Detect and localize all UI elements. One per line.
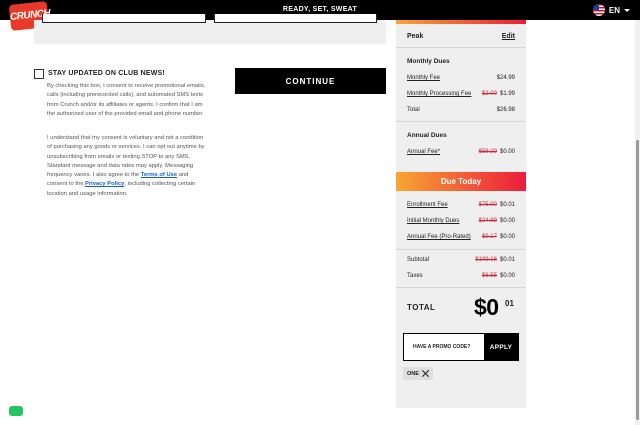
annual-fee-row: Annual Fee* $58.29 $0.00	[407, 149, 515, 155]
plan-row: Peak Edit	[407, 33, 515, 40]
monthly-total-value: $26.98	[496, 107, 515, 113]
plan-name: Peak	[407, 33, 424, 40]
enrollment-new-price: $0.01	[499, 202, 515, 208]
taxes-label: Taxes	[407, 273, 423, 279]
taxes-row: Taxes $6.55 $0.00	[407, 273, 515, 279]
enrollment-fee-row: Enrollment Fee $75.00 $0.01	[407, 202, 515, 208]
enrollment-old-price: $75.00	[478, 202, 497, 208]
annual-old-price: $58.29	[478, 149, 497, 155]
initial-dues-row: Initial Monthly Dues $24.99 $0.00	[407, 218, 515, 224]
processing-new-price: $1.99	[499, 91, 515, 97]
divider	[396, 249, 526, 250]
subtotal-new-price: $0.01	[499, 257, 515, 263]
annual-dues-title: Annual Dues	[407, 132, 447, 139]
annual-new-price: $0.00	[499, 149, 515, 155]
prorated-new-price: $0.00	[499, 234, 515, 240]
taxes-old-price: $6.55	[481, 273, 497, 279]
us-flag-icon	[592, 4, 605, 16]
monthly-fee-label[interactable]: Monthly Fee	[407, 75, 440, 81]
language-selector[interactable]: EN	[592, 3, 630, 17]
consent-text: By checking this box, I consent to recei…	[47, 83, 206, 117]
form-input-left[interactable]	[42, 14, 206, 23]
annual-fee-label[interactable]: Annual Fee*	[407, 149, 440, 155]
due-today-header: Due Today	[396, 172, 526, 191]
monthly-total-row: Total $26.98	[407, 107, 515, 113]
summary-gradient-bar	[396, 20, 526, 24]
optin-title: STAY UPDATED ON CLUB NEWS!	[48, 70, 165, 77]
enrollment-fee-label[interactable]: Enrollment Fee	[407, 202, 448, 208]
total-cents: 01	[505, 299, 514, 308]
monthly-dues-title: Monthly Dues	[407, 58, 450, 65]
monthly-total-label: Total	[407, 107, 420, 113]
continue-button[interactable]: CONTINUE	[235, 68, 386, 94]
initial-new-price: $0.00	[499, 218, 515, 224]
terms-link[interactable]: Terms of Use	[141, 172, 177, 178]
close-icon[interactable]	[422, 370, 429, 377]
chevron-down-icon	[624, 8, 630, 12]
promo-code-input[interactable]	[404, 334, 484, 360]
total-dollars: $0	[474, 294, 499, 320]
chat-widget-icon[interactable]	[9, 406, 23, 416]
subtotal-label: Subtotal	[407, 257, 430, 263]
club-news-checkbox[interactable]	[34, 69, 44, 79]
consent-text-2: I understand that my consent is voluntar…	[47, 134, 209, 199]
edit-plan-link[interactable]: Edit	[502, 33, 515, 40]
total-label: TOTAL	[407, 303, 436, 312]
prorated-fee-label[interactable]: Annual Fee (Pro-Rated)	[407, 234, 471, 240]
applied-promo-chip: ONE	[403, 367, 433, 380]
promo-code-label: ONE	[407, 370, 419, 377]
form-input-right[interactable]	[214, 14, 377, 23]
initial-old-price: $24.99	[478, 218, 497, 224]
divider	[396, 121, 526, 122]
taxes-new-price: $0.00	[499, 273, 515, 279]
divider	[396, 287, 526, 288]
apply-promo-button[interactable]: APPLY	[484, 334, 518, 360]
processing-old-price: $2.00	[481, 91, 497, 97]
subtotal-row: Subtotal $109.16 $0.01	[407, 257, 515, 263]
form-section	[34, 20, 386, 44]
initial-dues-label[interactable]: Initial Monthly Dues	[407, 218, 459, 224]
prorated-fee-row: Annual Fee (Pro-Rated) $9.17 $0.00	[407, 234, 515, 240]
language-label: EN	[608, 5, 620, 15]
subtotal-old-price: $109.16	[475, 257, 497, 263]
monthly-fee-value: $24.99	[496, 75, 515, 81]
prorated-old-price: $9.17	[481, 234, 497, 240]
divider	[396, 47, 526, 48]
processing-fee-row: Monthly Processing Fee $2.00 $1.99	[407, 91, 515, 97]
processing-fee-label[interactable]: Monthly Processing Fee	[407, 91, 471, 97]
privacy-link[interactable]: Privacy Policy	[85, 181, 124, 187]
promo-code-box: APPLY	[403, 333, 519, 361]
monthly-fee-row: Monthly Fee $24.99	[407, 75, 515, 81]
scrollbar-thumb[interactable]	[636, 140, 639, 420]
